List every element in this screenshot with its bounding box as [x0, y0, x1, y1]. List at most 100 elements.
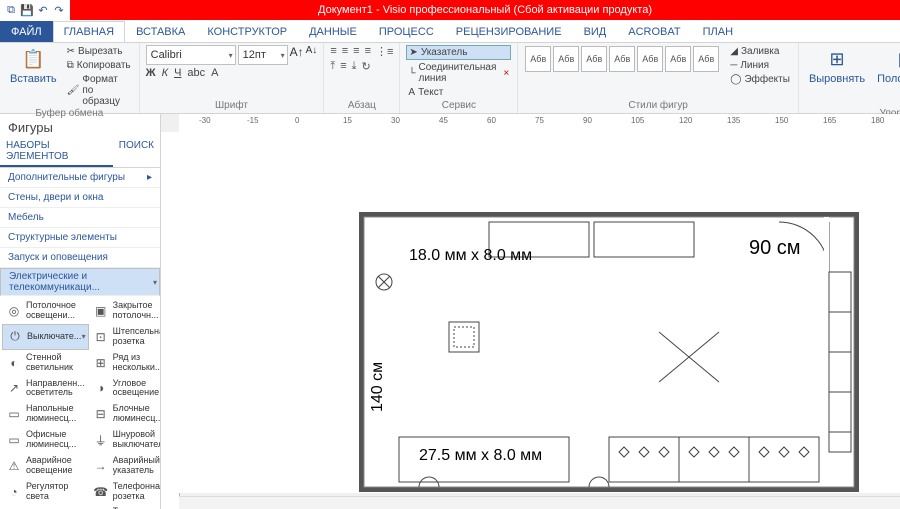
italic-button[interactable]: К	[162, 67, 168, 79]
stencil-item[interactable]: ◔Регулятор света	[2, 479, 89, 505]
category-electrical[interactable]: Электрические и телекоммуникаци...	[0, 268, 160, 296]
group-tools: ➤Указатель └Соединительная линия× AТекст…	[400, 43, 518, 113]
bold-button[interactable]: Ж	[146, 67, 156, 79]
shape-icon: ▣	[93, 303, 109, 319]
tab-review[interactable]: РЕЦЕНЗИРОВАНИЕ	[445, 21, 573, 42]
stencil-item[interactable]: ⊡Штепсельная розетка	[89, 324, 160, 350]
valign-top-icon[interactable]: ⤒	[330, 60, 335, 73]
fill-button[interactable]: ◢Заливка	[728, 45, 792, 58]
stencil-item[interactable]: ▭Офисные люминесц...	[2, 427, 89, 453]
stencil-item[interactable]: ◎Потолочное освещени...	[2, 298, 89, 324]
shapes-panel: Фигуры НАБОРЫ ЭЛЕМЕНТОВ ПОИСК Дополнител…	[0, 114, 161, 509]
ruler-mark: 15	[343, 116, 352, 125]
style-swatch[interactable]: Абв	[525, 46, 551, 72]
align-icon: ⊞	[825, 47, 849, 71]
style-swatch[interactable]: Абв	[581, 46, 607, 72]
drawing-canvas[interactable]: 18.0 мм x 8.0 мм 27.5 мм x 8.0 мм 140 см…	[179, 132, 900, 493]
stencil-item[interactable]: ↗Направленн... осветитель	[2, 376, 89, 402]
tab-stencils[interactable]: НАБОРЫ ЭЛЕМЕНТОВ	[0, 137, 113, 167]
shape-icon: ⊞	[93, 355, 109, 371]
stencil-item[interactable]: ⊟Блочные люминесц...	[89, 401, 160, 427]
category-structural[interactable]: Структурные элементы	[0, 228, 160, 248]
font-name-select[interactable]: Calibri	[146, 45, 236, 65]
tab-acrobat[interactable]: ACROBAT	[617, 21, 691, 42]
tab-view[interactable]: ВИД	[573, 21, 618, 42]
undo-icon[interactable]: ↶	[36, 3, 50, 17]
category-walls[interactable]: Стены, двери и окна	[0, 188, 160, 208]
valign-mid-icon[interactable]: ≡	[340, 60, 346, 73]
horizontal-scrollbar[interactable]	[179, 496, 900, 509]
valign-bot-icon[interactable]: ⤓	[352, 60, 357, 73]
shape-icon: ◑	[93, 380, 109, 396]
shape-label: Аварийный указатель	[113, 456, 160, 476]
style-gallery[interactable]: Абв Абв Абв Абв Абв Абв Абв	[524, 45, 720, 73]
visio-icon: ⧉	[4, 3, 18, 17]
redo-icon[interactable]: ↷	[52, 3, 66, 17]
align-center-icon[interactable]: ≡	[342, 45, 348, 58]
tab-data[interactable]: ДАННЫЕ	[298, 21, 368, 42]
shape-icon: ☎	[93, 484, 109, 500]
stencil-item[interactable]: ◐Стенной светильник	[2, 350, 89, 376]
stencil-item[interactable]: ▭Напольные люминесц...	[2, 401, 89, 427]
shape-label: Закрытое потолочн...	[113, 301, 160, 321]
align-left-icon[interactable]: ≡	[330, 45, 336, 58]
stencil-item[interactable]: 📻Радиорозет...	[2, 504, 89, 509]
font-color-button[interactable]: A	[211, 67, 218, 79]
format-painter-button[interactable]: 🖌Формат по образцу	[65, 73, 133, 108]
justify-icon[interactable]: ≡	[365, 45, 371, 58]
category-more[interactable]: Дополнительные фигуры ▸	[0, 168, 160, 188]
stencil-item[interactable]: 📺Телевизио... розетка	[89, 504, 160, 509]
stencil-item[interactable]: ⊞Ряд из нескольки...	[89, 350, 160, 376]
title-bar: ⧉ 💾 ↶ ↷ Документ1 - Visio профессиональн…	[0, 0, 900, 20]
category-furniture[interactable]: Мебель	[0, 208, 160, 228]
style-swatch[interactable]: Абв	[609, 46, 635, 72]
tab-insert[interactable]: ВСТАВКА	[125, 21, 196, 42]
quick-access-toolbar: ⧉ 💾 ↶ ↷	[0, 3, 70, 17]
close-icon[interactable]: ×	[503, 68, 509, 79]
paste-icon: 📋	[21, 47, 45, 71]
tab-plan[interactable]: ПЛАН	[692, 21, 744, 42]
shape-label: Аварийное освещение	[26, 456, 85, 476]
category-alarm[interactable]: Запуск и оповещения	[0, 248, 160, 268]
position-button[interactable]: ◫Положение	[873, 45, 900, 87]
cut-button[interactable]: ✂Вырезать	[65, 45, 133, 58]
bullets-icon[interactable]: ⋮≡	[376, 45, 393, 58]
tab-process[interactable]: ПРОЦЕСС	[368, 21, 445, 42]
decrease-font-icon[interactable]: A↓	[306, 45, 318, 65]
ruler-mark: 0	[295, 116, 299, 125]
ribbon-tabs: ФАЙЛ ГЛАВНАЯ ВСТАВКА КОНСТРУКТОР ДАННЫЕ …	[0, 20, 900, 43]
tab-search[interactable]: ПОИСК	[113, 137, 160, 167]
tab-designer[interactable]: КОНСТРУКТОР	[196, 21, 298, 42]
stencil-item[interactable]: ☎Телефонная розетка	[89, 479, 160, 505]
style-swatch[interactable]: Абв	[693, 46, 719, 72]
vertical-ruler	[161, 132, 180, 509]
align-right-icon[interactable]: ≡	[353, 45, 359, 58]
pointer-tool[interactable]: ➤Указатель	[406, 45, 511, 60]
text-tool[interactable]: AТекст	[406, 86, 511, 99]
stencil-item[interactable]: ⚠Аварийное освещение	[2, 453, 89, 479]
stencil-item[interactable]: ⏚Шнуровой выключатель	[89, 427, 160, 453]
stencil-item[interactable]: ◑Угловое освещение	[89, 376, 160, 402]
stencil-item[interactable]: ⏻Выключате...	[2, 324, 89, 350]
strike-button[interactable]: abc	[187, 67, 205, 79]
font-size-select[interactable]: 12пт	[238, 45, 288, 65]
rotate-icon[interactable]: ↻	[361, 60, 370, 73]
line-button[interactable]: ─Линия	[728, 59, 792, 72]
style-swatch[interactable]: Абв	[637, 46, 663, 72]
tab-file[interactable]: ФАЙЛ	[0, 21, 53, 42]
stencil-item[interactable]: →Аварийный указатель	[89, 453, 160, 479]
align-button[interactable]: ⊞Выровнять	[805, 45, 869, 87]
tab-home[interactable]: ГЛАВНАЯ	[53, 21, 125, 42]
copy-button[interactable]: ⧉Копировать	[65, 59, 133, 72]
increase-font-icon[interactable]: A↑	[290, 45, 304, 65]
effects-button[interactable]: ◯Эффекты	[728, 73, 792, 86]
save-icon[interactable]: 💾	[20, 3, 34, 17]
style-swatch[interactable]: Абв	[665, 46, 691, 72]
underline-button[interactable]: Ч	[174, 67, 181, 79]
connector-tool[interactable]: └Соединительная линия×	[406, 61, 511, 85]
group-shape-styles: Абв Абв Абв Абв Абв Абв Абв ◢Заливка ─Ли…	[518, 43, 799, 113]
paste-button[interactable]: 📋Вставить	[6, 45, 61, 87]
stencil-item[interactable]: ▣Закрытое потолочн...	[89, 298, 160, 324]
style-swatch[interactable]: Абв	[553, 46, 579, 72]
group-font: Calibri 12пт A↑ A↓ Ж К Ч abc A Шрифт	[140, 43, 325, 113]
